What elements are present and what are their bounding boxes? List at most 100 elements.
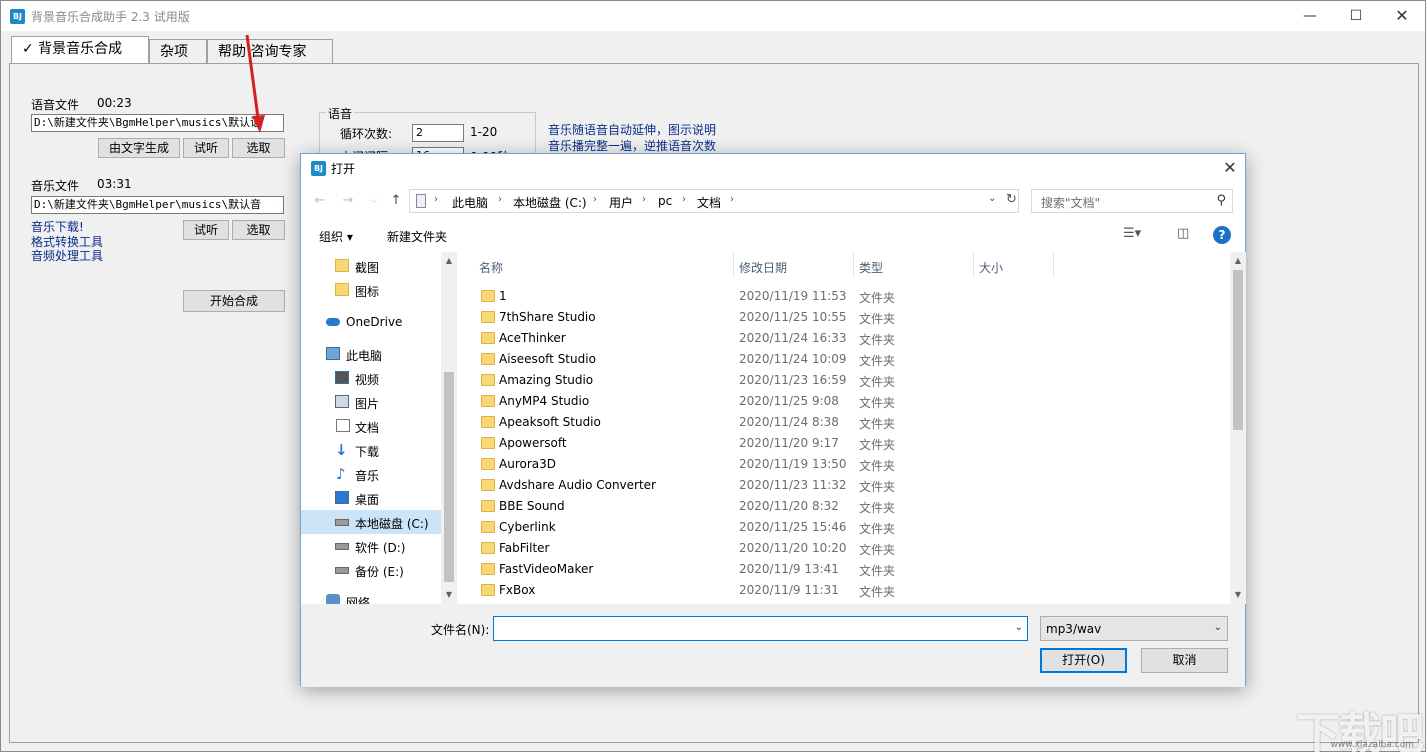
column-header-date[interactable]: 修改日期 [739, 259, 787, 276]
nav-item-backup-e[interactable]: 备份 (E:) [301, 558, 441, 582]
nav-item-screenshots[interactable]: 截图 [301, 254, 441, 278]
scroll-up-icon[interactable]: ▲ [1230, 256, 1246, 265]
recent-dropdown-icon[interactable]: ⌵ [363, 190, 385, 212]
filename-input[interactable]: ⌄ [493, 616, 1028, 641]
breadcrumb-documents[interactable]: 文档 [697, 194, 721, 211]
file-row[interactable]: FxBox 2020/11/9 11:31 文件夹 [459, 580, 1229, 601]
refresh-icon[interactable]: ↻ [1006, 192, 1017, 207]
nav-item-label: 软件 (D:) [355, 541, 406, 555]
new-folder-button[interactable]: 新建文件夹 [387, 228, 447, 245]
column-divider[interactable] [1053, 252, 1054, 278]
file-row[interactable]: Amazing Studio 2020/11/23 16:59 文件夹 [459, 370, 1229, 391]
file-name: FxBox [499, 583, 536, 597]
scroll-down-icon[interactable]: ▼ [1230, 590, 1246, 599]
file-row[interactable]: FastVideoMaker 2020/11/9 13:41 文件夹 [459, 559, 1229, 580]
help-icon[interactable]: ? [1213, 226, 1231, 244]
file-row[interactable]: AnyMP4 Studio 2020/11/25 9:08 文件夹 [459, 391, 1229, 412]
breadcrumb-this-pc[interactable]: 此电脑 [452, 194, 488, 211]
nav-item-videos[interactable]: 视频 [301, 366, 441, 390]
folder-icon [481, 563, 495, 575]
file-scroll-thumb[interactable] [1233, 270, 1243, 430]
filename-label: 文件名(N): [431, 623, 490, 637]
file-type: 文件夹 [859, 438, 896, 452]
address-dropdown-icon[interactable]: ⌄ [988, 193, 996, 204]
filename-dropdown-icon[interactable]: ⌄ [1015, 622, 1023, 633]
chevron-right-icon: › [730, 194, 734, 205]
view-options-icon[interactable]: ☰▾ [1123, 226, 1141, 241]
file-row[interactable]: AceThinker 2020/11/24 16:33 文件夹 [459, 328, 1229, 349]
preview-pane-icon[interactable]: ◫ [1177, 226, 1189, 241]
column-header-type[interactable]: 类型 [859, 259, 883, 276]
file-row[interactable]: BBE Sound 2020/11/20 8:32 文件夹 [459, 496, 1229, 517]
nav-item-local-disk-c[interactable]: 本地磁盘 (C:) [301, 510, 441, 534]
nav-item-icons[interactable]: 图标 [301, 278, 441, 302]
back-arrow-icon[interactable]: ← [309, 190, 331, 212]
file-date: 2020/11/25 9:08 [739, 394, 839, 408]
file-name: AnyMP4 Studio [499, 394, 590, 408]
sort-ascending-icon: ˄ [599, 252, 604, 258]
nav-item-documents[interactable]: 文档 [301, 414, 441, 438]
file-list-pane: ˄ 名称 修改日期 类型 大小 1 2020/11/19 11:53 文件夹 7thS… [459, 252, 1246, 604]
file-date: 2020/11/19 13:50 [739, 457, 847, 471]
address-bar[interactable]: › 此电脑 › 本地磁盘 (C:) › 用户 › pc › 文档 › ⌄ ↻ [409, 189, 1019, 213]
folder-icon [335, 283, 349, 296]
file-row[interactable]: 7thShare Studio 2020/11/25 10:55 文件夹 [459, 307, 1229, 328]
organize-button[interactable]: 组织 ▾ [319, 228, 353, 245]
file-row[interactable]: 1 2020/11/19 11:53 文件夹 [459, 286, 1229, 307]
file-type-value: mp3/wav [1046, 622, 1102, 636]
file-row[interactable]: Cyberlink 2020/11/25 15:46 文件夹 [459, 517, 1229, 538]
column-divider[interactable] [853, 252, 854, 278]
file-scrollbar[interactable]: ▲ ▼ [1230, 252, 1246, 604]
forward-arrow-icon[interactable]: → [337, 190, 359, 212]
picture-icon [335, 395, 349, 408]
dialog-close-button[interactable]: ✕ [1215, 154, 1245, 182]
file-row[interactable]: Apowersoft 2020/11/20 9:17 文件夹 [459, 433, 1229, 454]
up-arrow-icon[interactable]: ↑ [385, 190, 407, 212]
chevron-right-icon: › [642, 194, 646, 205]
file-date: 2020/11/24 8:38 [739, 415, 839, 429]
file-row[interactable]: Aiseesoft Studio 2020/11/24 10:09 文件夹 [459, 349, 1229, 370]
column-header-name[interactable]: 名称 [479, 259, 503, 276]
nav-item-label: 文档 [355, 421, 380, 435]
breadcrumb-pc[interactable]: pc [658, 194, 672, 208]
open-file-dialog: BJ 打开 ✕ ← → ⌵ ↑ › 此电脑 › 本地磁盘 (C:) › 用户 ›… [300, 153, 1246, 687]
location-icon [416, 194, 426, 208]
file-row[interactable]: FabFilter 2020/11/20 10:20 文件夹 [459, 538, 1229, 559]
folder-icon [481, 311, 495, 323]
nav-item-music[interactable]: ♪ 音乐 [301, 462, 441, 486]
search-input[interactable]: 搜索"文档" ⚲ [1031, 189, 1233, 213]
nav-scroll-thumb[interactable] [444, 372, 454, 582]
computer-icon [326, 347, 340, 360]
file-type: 文件夹 [859, 312, 896, 326]
file-type: 文件夹 [859, 459, 896, 473]
column-divider[interactable] [973, 252, 974, 278]
breadcrumb-local-disk[interactable]: 本地磁盘 (C:) [513, 194, 587, 211]
open-button[interactable]: 打开(O) [1040, 648, 1127, 673]
nav-item-pictures[interactable]: 图片 [301, 390, 441, 414]
file-type-select[interactable]: mp3/wav ⌄ [1040, 616, 1228, 641]
file-name: Apeaksoft Studio [499, 415, 601, 429]
file-row[interactable]: Apeaksoft Studio 2020/11/24 8:38 文件夹 [459, 412, 1229, 433]
column-divider[interactable] [733, 252, 734, 278]
cancel-button[interactable]: 取消 [1141, 648, 1228, 673]
breadcrumb-users[interactable]: 用户 [609, 194, 633, 211]
file-type: 文件夹 [859, 417, 896, 431]
file-name: Amazing Studio [499, 373, 594, 387]
nav-item-onedrive[interactable]: OneDrive [301, 310, 441, 334]
scroll-down-icon[interactable]: ▼ [441, 590, 457, 599]
column-header-size[interactable]: 大小 [979, 259, 1003, 276]
nav-scrollbar[interactable]: ▲ ▼ [441, 252, 457, 604]
dialog-titlebar: BJ 打开 ✕ [301, 154, 1245, 184]
file-row[interactable]: Avdshare Audio Converter 2020/11/23 11:32… [459, 475, 1229, 496]
nav-item-this-pc[interactable]: 此电脑 [301, 342, 441, 366]
nav-item-network[interactable]: 网络 [301, 589, 441, 604]
file-row[interactable]: Aurora3D 2020/11/19 13:50 文件夹 [459, 454, 1229, 475]
nav-item-desktop[interactable]: 桌面 [301, 486, 441, 510]
search-icon[interactable]: ⚲ [1216, 193, 1226, 208]
dialog-footer: 文件名(N): ⌄ mp3/wav ⌄ 打开(O) 取消 [301, 604, 1245, 687]
nav-item-software-d[interactable]: 软件 (D:) [301, 534, 441, 558]
nav-item-downloads[interactable]: ↓ 下载 [301, 438, 441, 462]
file-type: 文件夹 [859, 501, 896, 515]
scroll-up-icon[interactable]: ▲ [441, 256, 457, 265]
folder-icon [481, 500, 495, 512]
